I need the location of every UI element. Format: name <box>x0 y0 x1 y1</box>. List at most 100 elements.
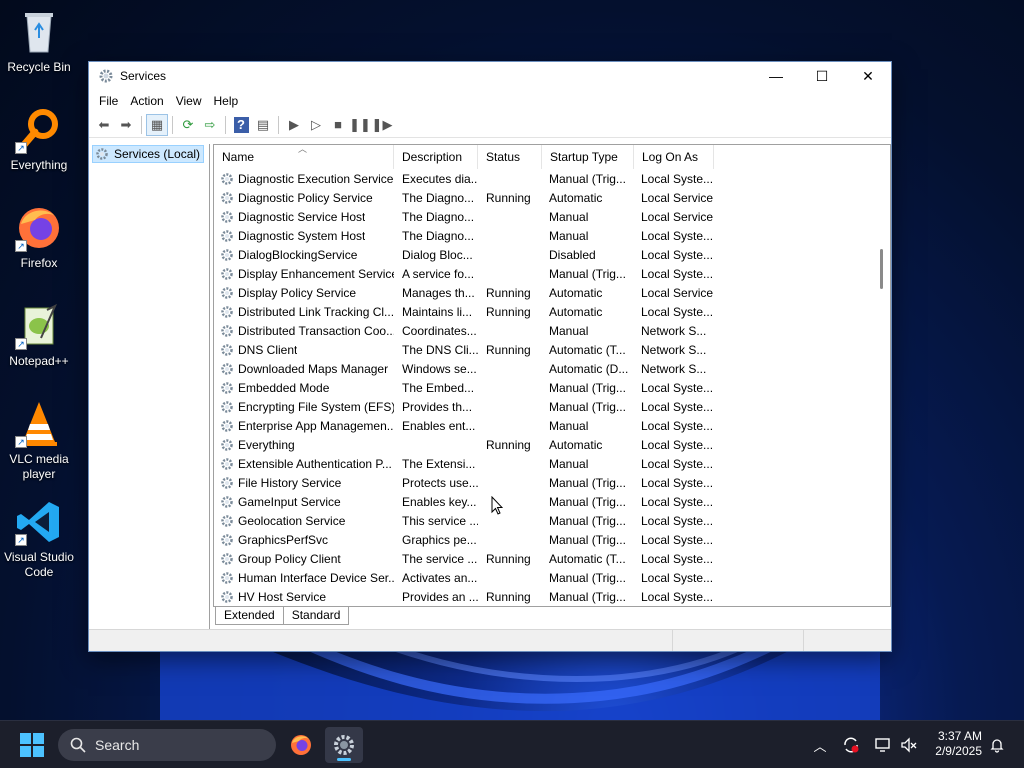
service-row[interactable]: Display Policy Service Manages th... Runni… <box>214 283 890 302</box>
show-hide-tree-icon[interactable]: ▦ <box>146 113 168 136</box>
service-row[interactable]: Human Interface Device Ser... Activates a… <box>214 568 890 587</box>
rows-container: Diagnostic Execution Service Executes dia… <box>214 169 890 606</box>
service-name: File History Service <box>214 476 394 490</box>
properties-icon[interactable]: ▤ <box>252 114 274 136</box>
refresh-icon[interactable]: ⟳ <box>177 114 199 136</box>
taskbar-search-box[interactable]: Search <box>58 729 276 761</box>
service-row[interactable]: Distributed Link Tracking Cl... Maintains… <box>214 302 890 321</box>
column-description[interactable]: Description <box>394 145 478 169</box>
shortcut-arrow-icon: ↗ <box>15 534 27 546</box>
taskbar-clock[interactable]: 3:37 AM 2/9/2025 <box>935 729 982 759</box>
service-description: Windows se... <box>402 361 477 376</box>
service-row[interactable]: Embedded Mode The Embed... Manual (Trig...… <box>214 378 890 397</box>
vscode-icon: ↗ <box>15 498 63 546</box>
service-startup-type: Manual (Trig... <box>549 589 626 604</box>
service-row[interactable]: Extensible Authentication P... The Extens… <box>214 454 890 473</box>
service-startup-type: Manual (Trig... <box>549 399 626 414</box>
desktop-icon-notepadpp[interactable]: ↗ Notepad++ <box>4 302 74 369</box>
stop-service-icon[interactable]: ■ <box>327 114 349 136</box>
title-bar[interactable]: Services — ☐ ✕ <box>89 62 891 90</box>
forward-arrow-icon[interactable]: ➡ <box>115 114 137 136</box>
service-row[interactable]: Encrypting File System (EFS) Provides th.… <box>214 397 890 416</box>
windows-start-icon[interactable] <box>20 733 44 757</box>
service-name: DNS Client <box>214 343 394 357</box>
column-startup-type[interactable]: Startup Type <box>542 145 634 169</box>
service-row[interactable]: Everything Running Automatic Local Syste... <box>214 435 890 454</box>
help-icon[interactable]: ? <box>230 114 252 136</box>
service-description: A service fo... <box>402 266 475 281</box>
services-list[interactable]: ︿ Name Description Status Startup Type Lo… <box>213 144 891 607</box>
vlc-icon: ↗ <box>15 400 63 448</box>
menu-action[interactable]: Action <box>124 94 169 108</box>
menu-view[interactable]: View <box>170 94 208 108</box>
service-gear-icon <box>221 267 233 280</box>
tab-standard[interactable]: Standard <box>282 607 350 625</box>
taskbar-services[interactable] <box>325 727 363 763</box>
service-row[interactable]: Downloaded Maps Manager Windows se... Auto… <box>214 359 890 378</box>
vertical-scrollbar[interactable] <box>873 145 890 606</box>
service-row[interactable]: Diagnostic Execution Service Executes dia… <box>214 169 890 188</box>
start-service-icon[interactable]: ▶ <box>283 114 305 136</box>
service-startup-type: Manual (Trig... <box>549 475 626 490</box>
taskbar-firefox[interactable] <box>282 727 320 763</box>
column-name[interactable]: ︿ Name <box>214 145 394 169</box>
start-service-alt-icon[interactable]: ▷ <box>305 114 327 136</box>
service-row[interactable]: GameInput Service Enables key... Manual (T… <box>214 492 890 511</box>
sync-icon[interactable] <box>840 721 862 768</box>
service-startup-type: Manual (Trig... <box>549 494 626 509</box>
menu-help[interactable]: Help <box>208 94 245 108</box>
tab-extended[interactable]: Extended <box>215 607 284 625</box>
service-startup-type: Automatic (T... <box>549 342 626 357</box>
service-gear-icon <box>221 248 233 261</box>
service-row[interactable]: File History Service Protects use... Manua… <box>214 473 890 492</box>
desktop-icon-vscode[interactable]: ↗ Visual Studio Code <box>4 498 74 580</box>
service-log-on-as: Local Service <box>641 209 714 224</box>
tree-item-services-local[interactable]: Services (Local) <box>92 145 205 163</box>
maximize-button[interactable]: ☐ <box>799 62 845 90</box>
network-icon[interactable] <box>872 721 894 768</box>
service-gear-icon <box>221 286 233 299</box>
service-log-on-as: Local Syste... <box>641 437 714 452</box>
close-button[interactable]: ✕ <box>845 62 891 90</box>
service-row[interactable]: Diagnostic System Host The Diagno... Manua… <box>214 226 890 245</box>
service-log-on-as: Local Syste... <box>641 513 714 528</box>
service-row[interactable]: Enterprise App Managemen... Enables ent..… <box>214 416 890 435</box>
services-list-pane: ︿ Name Description Status Startup Type Lo… <box>213 144 891 629</box>
show-hidden-icons-chevron[interactable]: ︿ <box>810 721 830 768</box>
service-row[interactable]: DNS Client The DNS Cli... Running Automatic… <box>214 340 890 359</box>
column-log-on-as[interactable]: Log On As <box>634 145 714 169</box>
scroll-thumb[interactable] <box>880 249 883 289</box>
column-status[interactable]: Status <box>478 145 542 169</box>
volume-muted-icon[interactable] <box>898 721 920 768</box>
resume-service-icon[interactable]: ❚▶ <box>371 114 393 136</box>
desktop-icon-everything[interactable]: ↗ Everything <box>4 106 74 173</box>
service-row[interactable]: Geolocation Service This service ... Manua… <box>214 511 890 530</box>
service-row[interactable]: Group Policy Client The service ... Runnin… <box>214 549 890 568</box>
service-row[interactable]: Diagnostic Policy Service The Diagno... Ru… <box>214 188 890 207</box>
menu-file[interactable]: File <box>93 94 124 108</box>
service-status: Running <box>486 304 531 319</box>
desktop-icon-firefox[interactable]: ↗ Firefox <box>4 204 74 271</box>
service-row[interactable]: Diagnostic Service Host The Diagno... Manu… <box>214 207 890 226</box>
service-log-on-as: Local Syste... <box>641 380 714 395</box>
desktop-icon-vlc[interactable]: ↗ VLC media player <box>4 400 74 482</box>
service-log-on-as: Local Syste... <box>641 266 714 281</box>
notification-bell-icon[interactable] <box>986 721 1008 768</box>
services-gear-icon <box>334 735 354 755</box>
back-arrow-icon[interactable]: ⬅ <box>93 114 115 136</box>
sort-up-icon: ︿ <box>298 144 308 154</box>
service-row[interactable]: Display Enhancement Service A service fo.… <box>214 264 890 283</box>
service-name: DialogBlockingService <box>214 248 394 262</box>
taskbar: Search ︿ 3:37 AM 2/9/2025 <box>0 720 1024 768</box>
export-list-icon[interactable]: ⇨ <box>199 114 221 136</box>
service-row[interactable]: DialogBlockingService Dialog Bloc... Disab… <box>214 245 890 264</box>
service-row[interactable]: Distributed Transaction Coo... Coordinate… <box>214 321 890 340</box>
desktop-icon-recycle-bin[interactable]: Recycle Bin <box>4 8 74 75</box>
service-row[interactable]: HV Host Service Provides an ... Running Man… <box>214 587 890 606</box>
minimize-button[interactable]: — <box>753 62 799 90</box>
service-row[interactable]: GraphicsPerfSvc Graphics pe... Manual (Tri… <box>214 530 890 549</box>
pause-service-icon[interactable]: ❚❚ <box>349 114 371 136</box>
service-status: Running <box>486 342 531 357</box>
service-gear-icon <box>221 495 233 508</box>
services-window[interactable]: Services — ☐ ✕ File Action View Help ⬅ ➡… <box>88 61 892 652</box>
